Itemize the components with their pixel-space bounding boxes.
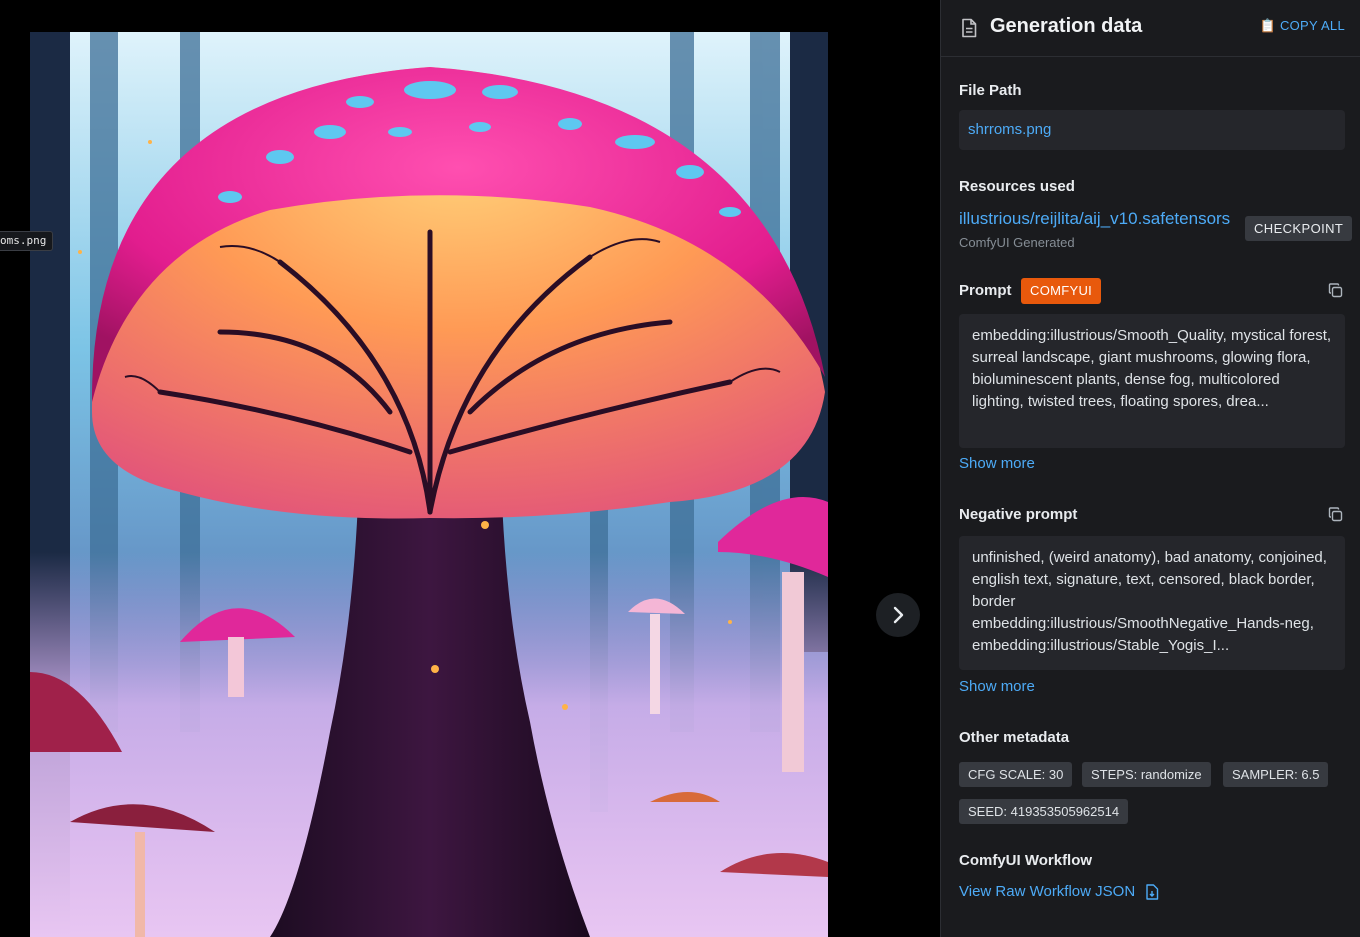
prompt-show-more-link[interactable]: Show more — [959, 455, 1035, 472]
negative-prompt-text: unfinished, (weird anatomy), bad anatomy… — [959, 536, 1345, 670]
comfyui-badge: COMFYUI — [1021, 278, 1102, 304]
resource-link[interactable]: illustrious/reijlita/aij_v10.safetensors — [959, 209, 1230, 229]
workflow-label: ComfyUI Workflow — [959, 852, 1093, 869]
view-workflow-link[interactable]: View Raw Workflow JSON — [959, 883, 1159, 900]
file-download-icon — [1146, 883, 1159, 900]
resource-subtitle: ComfyUI Generated — [959, 235, 1075, 250]
generated-image — [30, 32, 828, 937]
copy-all-button[interactable]: 📋 COPY ALL — [1260, 18, 1345, 34]
metadata-chip-cfg: CFG SCALE: 30 — [959, 762, 1073, 787]
checkpoint-badge: CHECKPOINT — [1245, 216, 1353, 241]
metadata-chip-seed: SEED: 419353505962514 — [959, 799, 1129, 824]
next-image-button[interactable] — [876, 593, 920, 637]
negative-prompt-label: Negative prompt — [959, 506, 1078, 523]
resources-label: Resources used — [959, 178, 1075, 195]
panel-header: Generation data 📋 COPY ALL — [941, 0, 1360, 57]
file-path-value[interactable]: shrroms.png — [959, 110, 1345, 150]
metadata-chip-steps: STEPS: randomize — [1082, 762, 1211, 787]
copy-icon[interactable] — [1328, 507, 1343, 522]
prompt-text: embedding:illustrious/Smooth_Quality, my… — [959, 314, 1345, 448]
copy-icon[interactable] — [1328, 283, 1343, 298]
panel-title: Generation data — [990, 15, 1143, 37]
document-icon — [962, 18, 977, 38]
prompt-label: Prompt — [959, 282, 1012, 299]
filename-tooltip: oms.png — [0, 231, 54, 251]
negative-show-more-link[interactable]: Show more — [959, 678, 1035, 695]
generation-data-panel: Generation data 📋 COPY ALL File Path shr… — [940, 0, 1360, 937]
other-metadata-label: Other metadata — [959, 729, 1070, 746]
file-path-label: File Path — [959, 82, 1022, 99]
metadata-chip-sampler: SAMPLER: 6.5 — [1223, 762, 1329, 787]
chevron-right-icon — [893, 606, 904, 624]
image-viewer: oms.png — [0, 0, 940, 937]
view-workflow-label: View Raw Workflow JSON — [959, 883, 1136, 900]
